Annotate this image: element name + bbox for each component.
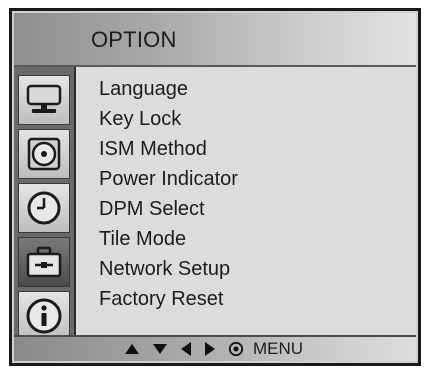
- menu-item-network-setup[interactable]: Network Setup: [99, 254, 238, 284]
- page-title: OPTION: [91, 27, 177, 52]
- clock-icon: [27, 191, 61, 225]
- option-menu-panel: Language Key Lock ISM Method Power Indic…: [76, 67, 416, 341]
- menu-item-key-lock[interactable]: Key Lock: [99, 104, 238, 134]
- menu-item-ism-method[interactable]: ISM Method: [99, 134, 238, 164]
- toolbox-icon: [26, 246, 62, 278]
- option-menu-list: Language Key Lock ISM Method Power Indic…: [99, 74, 238, 314]
- menu-hint-label: MENU: [253, 339, 304, 358]
- menu-item-tile-mode[interactable]: Tile Mode: [99, 224, 238, 254]
- category-tab-column: [14, 67, 76, 341]
- down-arrow-icon: [153, 344, 167, 354]
- navigation-hint-group: MENU: [124, 338, 303, 360]
- up-arrow-icon: [125, 344, 139, 354]
- tab-information[interactable]: [18, 291, 70, 341]
- tab-time[interactable]: [18, 183, 70, 233]
- info-icon: [26, 298, 62, 334]
- disc-icon: [27, 137, 61, 171]
- menu-item-language[interactable]: Language: [99, 74, 238, 104]
- osd-menu-frame: OPTION Language Key Lock ISM Method Powe…: [12, 11, 418, 363]
- navigation-hint-bar: MENU: [14, 335, 416, 361]
- left-arrow-icon: [181, 342, 191, 356]
- tab-picture[interactable]: [18, 75, 70, 125]
- menu-item-factory-reset[interactable]: Factory Reset: [99, 284, 238, 314]
- select-icon: [228, 341, 244, 357]
- menu-item-power-indicator[interactable]: Power Indicator: [99, 164, 238, 194]
- tab-option[interactable]: [18, 237, 70, 287]
- title-bar: OPTION: [14, 13, 416, 67]
- right-arrow-icon: [205, 342, 215, 356]
- osd-menu-window: OPTION Language Key Lock ISM Method Powe…: [9, 8, 421, 366]
- menu-item-dpm-select[interactable]: DPM Select: [99, 194, 238, 224]
- tab-sound[interactable]: [18, 129, 70, 179]
- monitor-icon: [26, 84, 62, 113]
